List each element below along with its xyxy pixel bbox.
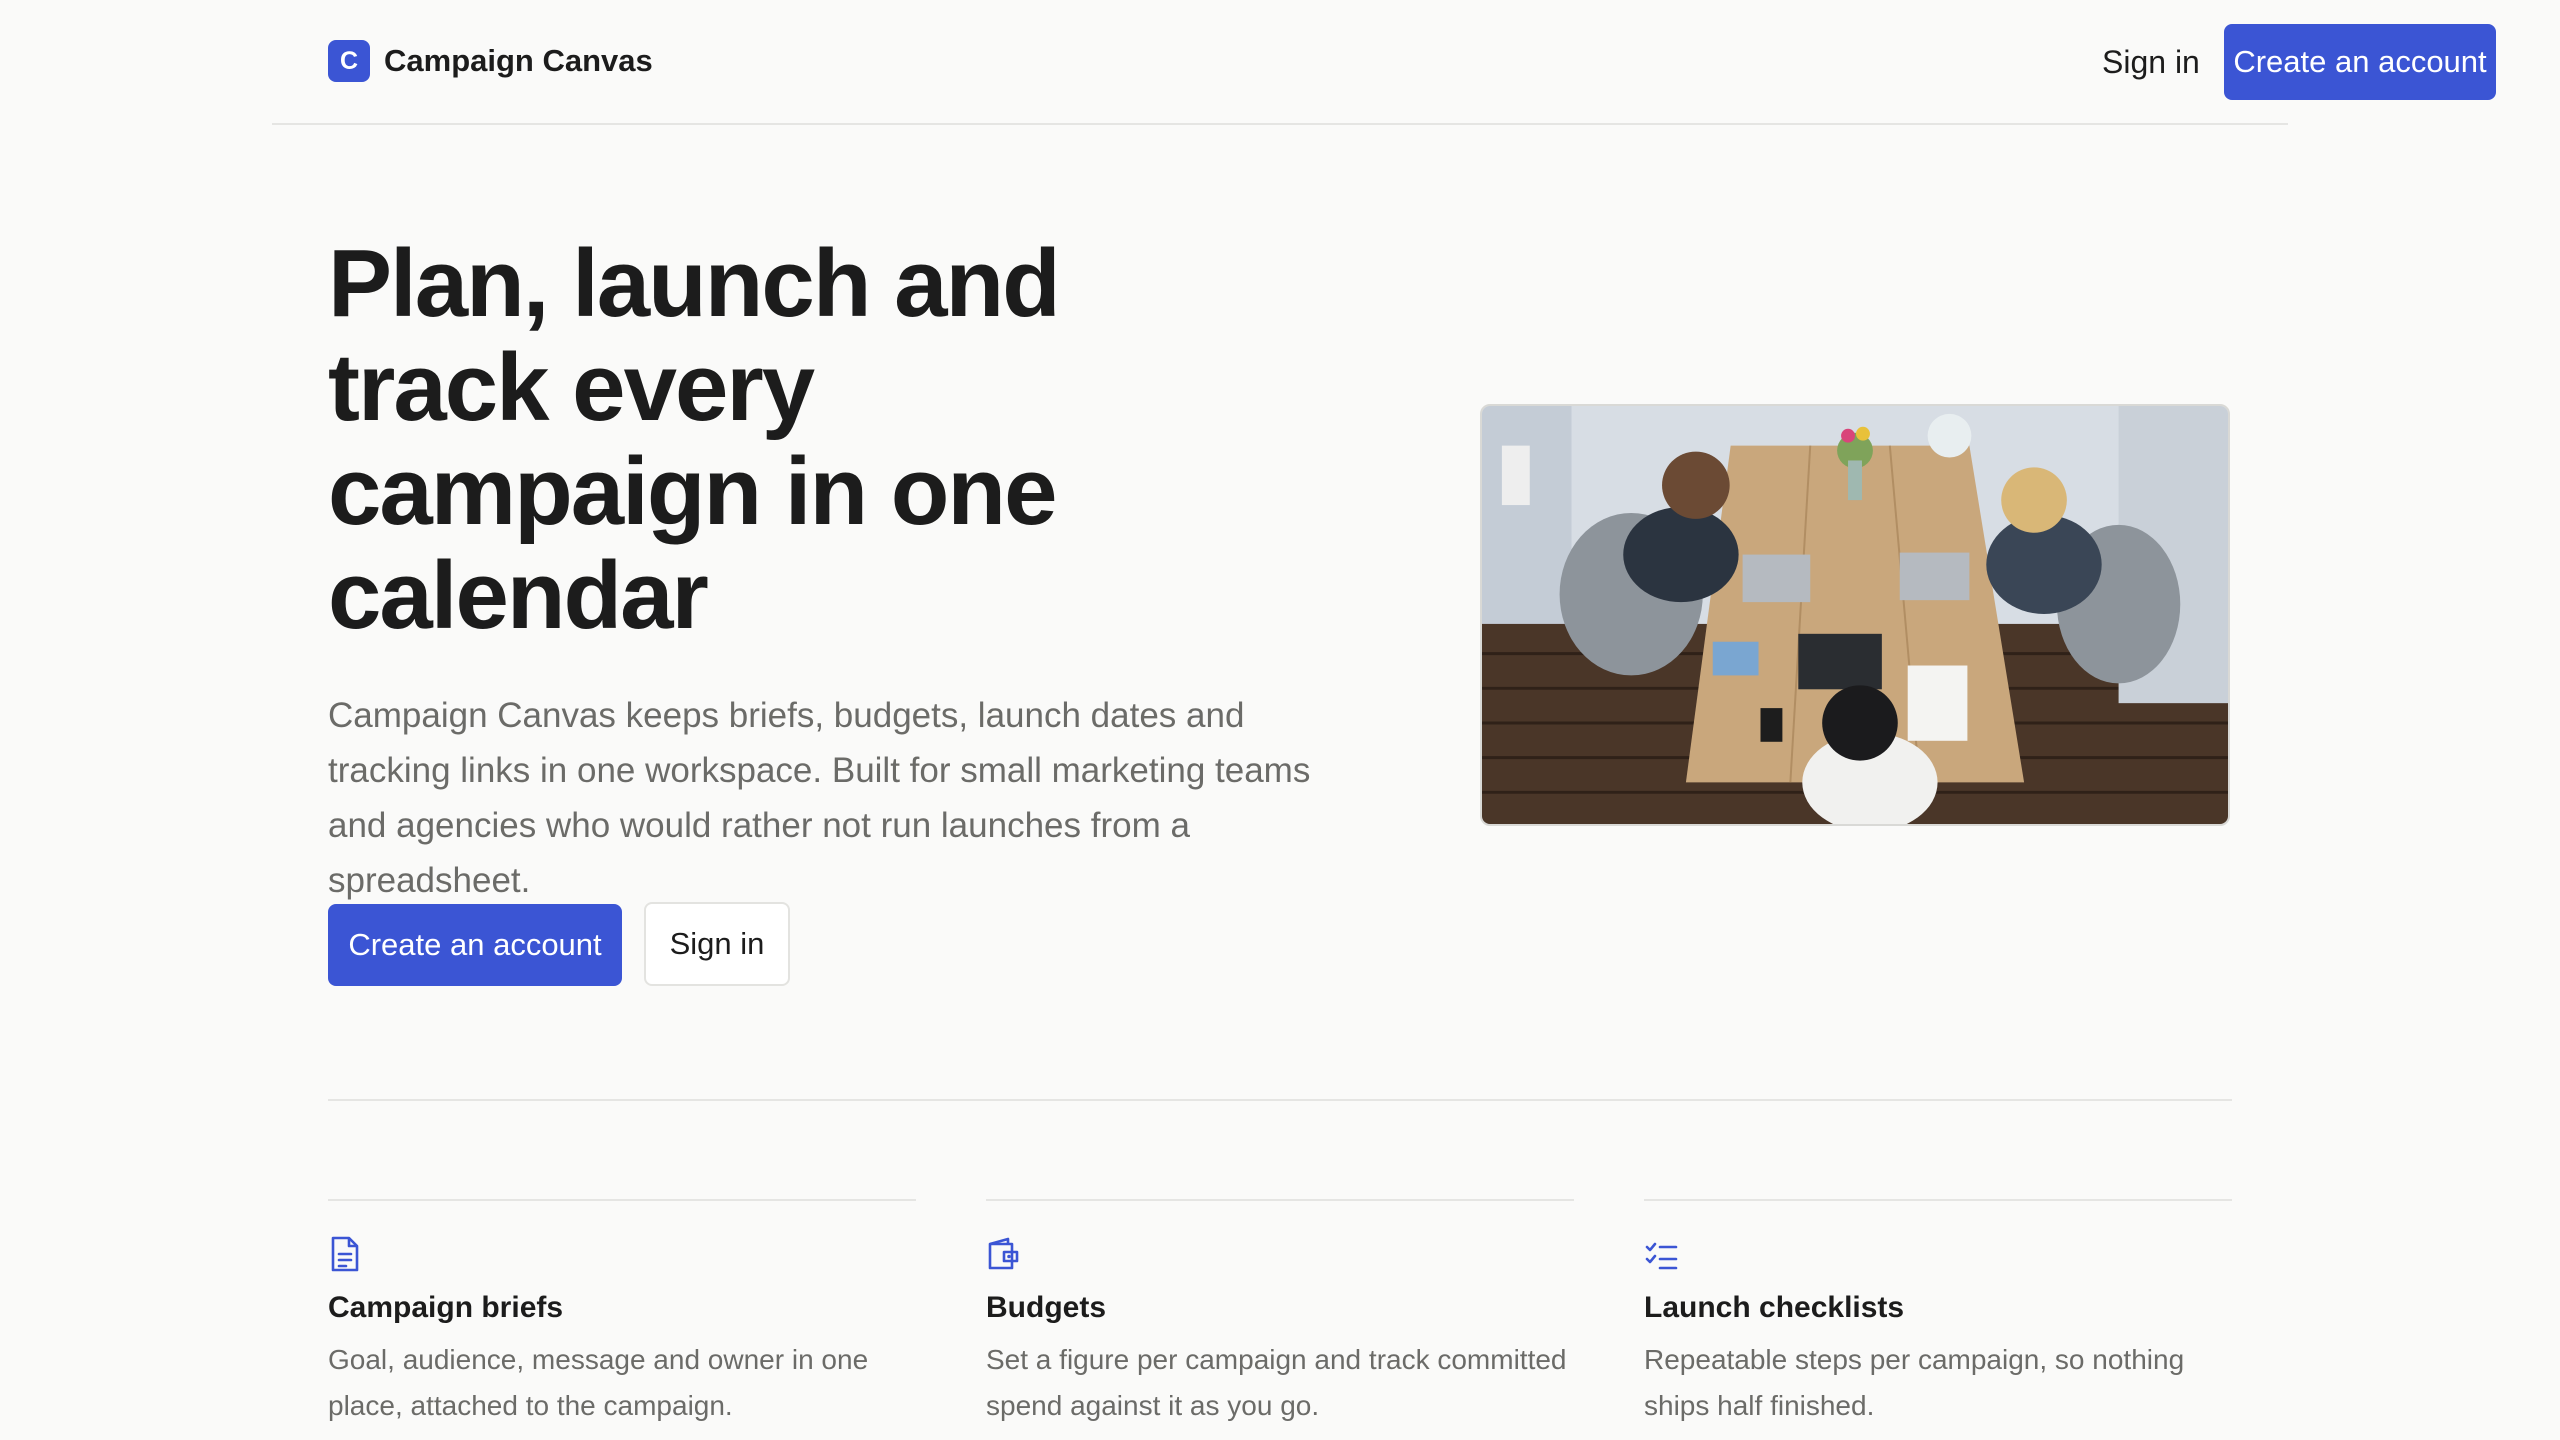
hero-create-account-button[interactable]: Create an account: [328, 904, 622, 986]
checklist-icon: [1645, 1242, 1678, 1270]
feature-campaign-briefs: Campaign briefs Goal, audience, message …: [328, 1199, 916, 1421]
feature-description: Repeatable steps per campaign, so nothin…: [1644, 1344, 2185, 1421]
section-divider: [328, 1099, 2232, 1101]
hero-title: Plan, launch and track every campaign in…: [328, 230, 1061, 649]
document-icon: [331, 1236, 359, 1272]
feature-rule: [1644, 1199, 2232, 1201]
wallet-icon: [988, 1237, 1019, 1270]
hero-sign-in-button[interactable]: Sign in: [644, 902, 790, 986]
feature-title: Campaign briefs: [328, 1291, 564, 1324]
logo-icon: C: [328, 40, 370, 82]
landing-page: C Campaign Canvas Sign in Create an acco…: [0, 0, 2560, 1440]
feature-title: Launch checklists: [1644, 1291, 1905, 1324]
header-create-account-button[interactable]: Create an account: [2224, 24, 2496, 100]
feature-budgets: Budgets Set a figure per campaign and tr…: [986, 1199, 1574, 1421]
feature-rule: [986, 1199, 1574, 1201]
feature-description: Goal, audience, message and owner in one…: [328, 1344, 869, 1421]
header-sign-in-link[interactable]: Sign in: [2102, 38, 2200, 86]
feature-description: Set a figure per campaign and track comm…: [986, 1344, 1567, 1421]
site-header: C Campaign Canvas Sign in Create an acco…: [272, 0, 2496, 125]
logo-letter: C: [339, 46, 359, 75]
brand[interactable]: C Campaign Canvas: [328, 40, 653, 82]
hero-team-photo: [1480, 404, 2230, 826]
feature-title: Budgets: [986, 1291, 1106, 1324]
feature-rule: [328, 1199, 916, 1201]
brand-name: Campaign Canvas: [384, 43, 653, 78]
hero-subtitle: Campaign Canvas keeps briefs, budgets, l…: [328, 696, 1311, 900]
feature-launch-checklists: Launch checklists Repeatable steps per c…: [1644, 1199, 2232, 1421]
